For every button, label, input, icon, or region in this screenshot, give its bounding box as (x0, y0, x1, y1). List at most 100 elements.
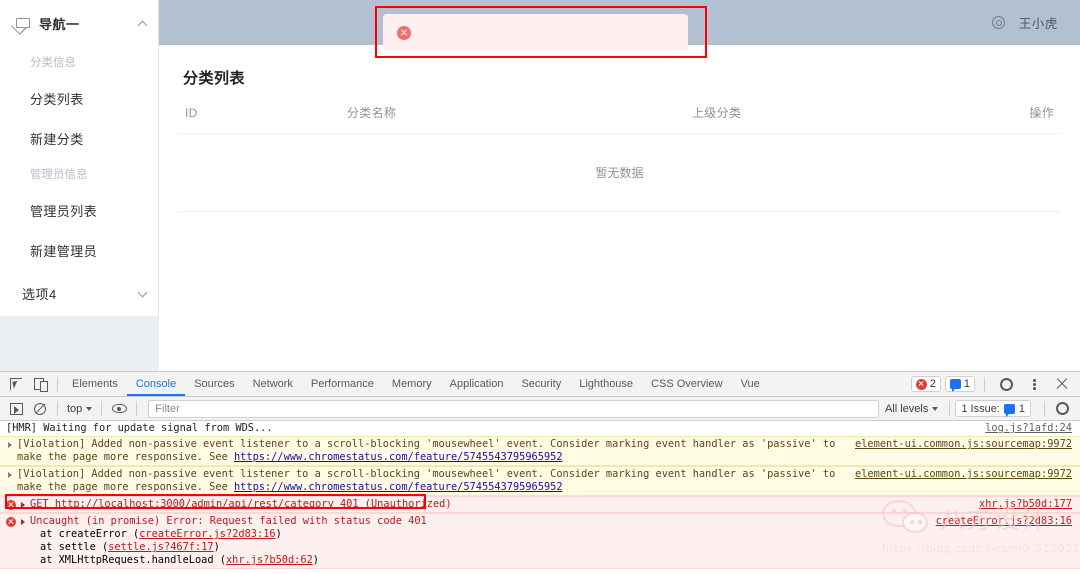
column-header-action: 操作 (992, 104, 1060, 134)
page-title: 分类列表 (183, 70, 246, 87)
message-icon (16, 16, 31, 31)
console-entry-source[interactable]: element-ui.common.js:sourcemap:9972 (855, 468, 1072, 481)
column-header-parent: 上级分类 (692, 104, 992, 134)
stack-frame-link[interactable]: settle.js?467f:17 (108, 541, 213, 553)
live-expression-icon[interactable] (107, 398, 131, 420)
error-icon (6, 517, 16, 527)
console-settings-area (1039, 398, 1080, 420)
execution-context-label: top (67, 402, 83, 415)
info-count-label: 1 (963, 378, 970, 390)
sidebar-item-new-category[interactable]: 新建分类 (0, 118, 158, 158)
chevron-down-icon (137, 287, 148, 297)
expand-arrow-icon[interactable] (8, 441, 12, 448)
stack-frame-text: at XMLHttpRequest.handleLoad ( (40, 554, 226, 566)
category-table: ID 分类名称 上级分类 操作 暂无数据 (179, 104, 1060, 212)
console-entry-source[interactable]: element-ui.common.js:sourcemap:9972 (855, 438, 1072, 451)
tab-application[interactable]: Application (441, 372, 513, 396)
stack-frame-link[interactable]: xhr.js?b50d:62 (226, 554, 313, 566)
info-icon (1003, 403, 1015, 417)
devtools-settings-gear-icon[interactable] (994, 373, 1018, 395)
tab-elements[interactable]: Elements (63, 372, 127, 396)
console-entry-source[interactable]: xhr.js?b50d:177 (979, 498, 1072, 511)
browser-page-area: 导航一 分类信息 分类列表 新建分类 管理员信息 管理员列表 新建管理员 选项4… (0, 0, 1080, 371)
tab-lighthouse[interactable]: Lighthouse (570, 372, 642, 396)
divider (101, 401, 103, 416)
console-entry-text: [Violation] Added non-passive event list… (17, 468, 845, 494)
divider (136, 401, 138, 416)
console-entry-uncaught-401: Uncaught (in promise) Error: Request fai… (0, 513, 1080, 569)
console-entry-violation-2: [Violation] Added non-passive event list… (0, 466, 1080, 496)
table-empty-text: 暂无数据 (179, 133, 1060, 212)
sidebar-item-new-admin[interactable]: 新建管理员 (0, 230, 158, 270)
sidebar-menu: 导航一 分类信息 分类列表 新建分类 管理员信息 管理员列表 新建管理员 选项4 (0, 0, 159, 316)
close-icon[interactable] (1050, 373, 1074, 395)
kebab-menu-icon[interactable] (1022, 373, 1046, 395)
console-filter-input[interactable]: Filter (148, 399, 879, 418)
tab-performance[interactable]: Performance (302, 372, 383, 396)
inspect-element-icon[interactable] (4, 373, 28, 395)
console-entry-get-401: GET http://localhost:3000/admin/api/rest… (0, 496, 1080, 513)
console-filter-placeholder: Filter (155, 402, 180, 415)
console-entry-violation-1: [Violation] Added non-passive event list… (0, 436, 1080, 466)
sidebar-subtitle-admin-info: 管理员信息 (30, 169, 88, 181)
sidebar: 导航一 分类信息 分类列表 新建分类 管理员信息 管理员列表 新建管理员 选项4 (0, 0, 159, 371)
tab-memory[interactable]: Memory (383, 372, 441, 396)
tab-vue[interactable]: Vue (732, 372, 769, 396)
info-count-badge[interactable]: 1 (944, 376, 975, 392)
tab-sources[interactable]: Sources (185, 372, 243, 396)
stack-frame-link[interactable]: createError.js?2d83:16 (139, 528, 275, 540)
log-level-label: All levels (884, 402, 929, 415)
console-entry-source[interactable]: log.js?1afd:24 (985, 422, 1072, 435)
console-entry-text: [Violation] Added non-passive event list… (17, 438, 845, 464)
devtools-tabbar: Elements Console Sources Network Perform… (0, 372, 1080, 397)
console-prompt[interactable]: > (0, 569, 1080, 574)
request-status-label: 401 (Unauthorized) (333, 498, 452, 510)
log-level-selector[interactable]: All levels (885, 403, 944, 415)
sidebar-subtitle-category-info: 分类信息 (30, 57, 76, 69)
sidebar-group-option-4[interactable]: 选项4 (0, 270, 158, 316)
expand-arrow-icon[interactable] (21, 518, 25, 525)
stack-frame-close: ) (312, 554, 319, 566)
error-message-toast[interactable] (383, 14, 688, 51)
console-sidebar-icon[interactable] (4, 398, 28, 420)
sidebar-group-nav-one[interactable]: 导航一 (0, 0, 158, 46)
execution-context-selector[interactable]: top (63, 403, 96, 415)
issues-button[interactable]: 1 Issue: 1 (955, 400, 1031, 417)
expand-arrow-icon[interactable] (8, 471, 12, 478)
sidebar-item-admin-list[interactable]: 管理员列表 (0, 190, 158, 230)
console-entry-text: [HMR] Waiting for update signal from WDS… (6, 422, 273, 434)
request-method-label: GET (30, 498, 55, 510)
tab-css-overview[interactable]: CSS Overview (642, 372, 732, 396)
console-settings-gear-icon[interactable] (1050, 398, 1074, 420)
console-entry-text: GET http://localhost:3000/admin/api/rest… (30, 498, 969, 511)
tab-network[interactable]: Network (244, 372, 302, 396)
issues-label: 1 Issue: (961, 402, 1000, 415)
tab-security[interactable]: Security (512, 372, 570, 396)
console-log-area[interactable]: [HMR] Waiting for update signal from WDS… (0, 421, 1080, 574)
clear-console-icon[interactable] (28, 398, 52, 420)
table-empty-row: 暂无数据 (179, 133, 1060, 212)
expand-arrow-icon[interactable] (21, 501, 25, 508)
chevron-down-icon (86, 406, 93, 411)
table-body: 暂无数据 (179, 133, 1060, 212)
console-entry-source[interactable]: createError.js?2d83:16 (936, 515, 1072, 528)
error-icon (6, 500, 16, 510)
sidebar-item-category-list[interactable]: 分类列表 (0, 78, 158, 118)
device-toolbar-icon[interactable] (28, 373, 52, 395)
screenshot-root: 导航一 分类信息 分类列表 新建分类 管理员信息 管理员列表 新建管理员 选项4… (0, 0, 1080, 574)
main-content: 分类列表 ID 分类名称 上级分类 操作 暂无数据 (159, 45, 1080, 371)
chromestatus-link-2[interactable]: https://www.chromestatus.com/feature/574… (234, 481, 563, 493)
info-icon (949, 379, 961, 392)
gear-icon[interactable] (991, 16, 1005, 29)
tab-console[interactable]: Console (127, 372, 185, 396)
error-icon (915, 378, 927, 390)
request-url-link[interactable]: http://localhost:3000/admin/api/rest/cat… (55, 498, 334, 510)
divider (949, 401, 951, 416)
divider (1044, 401, 1045, 416)
column-header-id: ID (179, 104, 347, 134)
uncaught-header-row: Uncaught (in promise) Error: Request fai… (6, 515, 1072, 528)
chevron-up-icon (137, 20, 148, 30)
chromestatus-link-1[interactable]: https://www.chromestatus.com/feature/574… (234, 451, 563, 463)
error-count-badge[interactable]: 2 (910, 376, 941, 392)
user-name-label[interactable]: 王小虎 (1019, 13, 1058, 32)
